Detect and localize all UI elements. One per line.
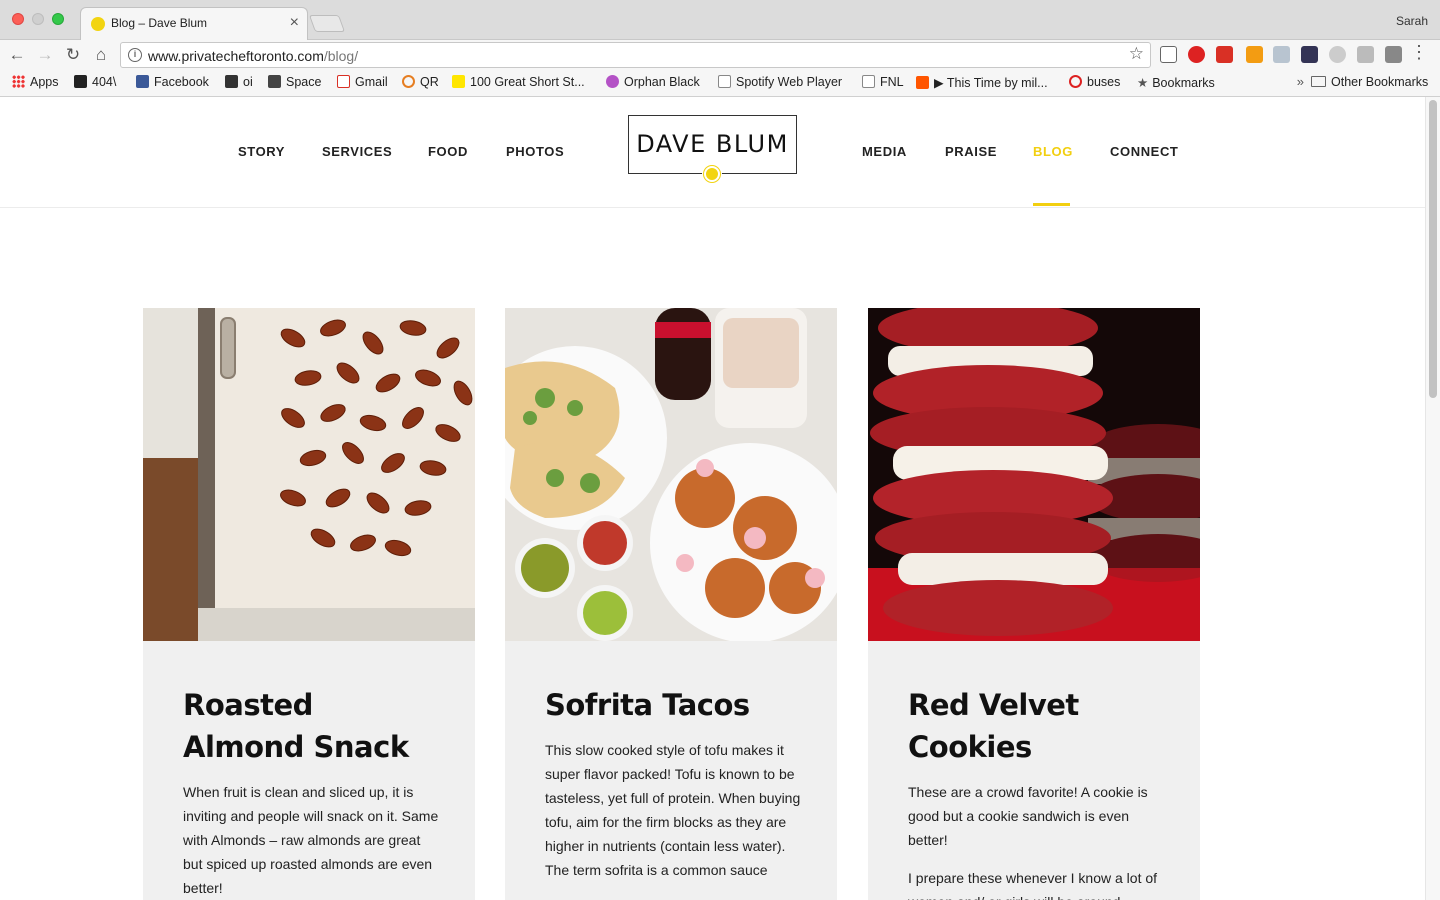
play-icon bbox=[606, 75, 619, 88]
drive-icon[interactable] bbox=[1329, 46, 1346, 63]
folder-icon bbox=[1311, 76, 1326, 87]
lemon-icon bbox=[702, 164, 722, 184]
logo-text: DAVE BLUM bbox=[636, 130, 789, 158]
bookmark-qr[interactable]: QR bbox=[402, 75, 439, 89]
soundcloud-icon bbox=[916, 76, 929, 89]
post-excerpt: When fruit is clean and sliced up, it is… bbox=[183, 784, 439, 896]
nav-story[interactable]: STORY bbox=[238, 144, 285, 159]
reload-icon[interactable]: ↻ bbox=[62, 44, 84, 66]
nav-blog[interactable]: BLOG bbox=[1033, 144, 1073, 159]
page-scrollbar[interactable] bbox=[1425, 97, 1440, 900]
bookmark-facebook[interactable]: Facebook bbox=[136, 75, 209, 89]
post-excerpt: I prepare these whenever I know a lot of… bbox=[908, 870, 1158, 900]
minimize-window-button[interactable] bbox=[32, 13, 44, 25]
post-title[interactable]: Sofrita Tacos bbox=[545, 684, 805, 726]
site-icon bbox=[268, 75, 281, 88]
profile-name[interactable]: Sarah bbox=[1396, 14, 1428, 28]
other-bookmarks[interactable]: Other Bookmarks bbox=[1311, 75, 1428, 89]
nav-services[interactable]: SERVICES bbox=[322, 144, 392, 159]
honey-icon[interactable] bbox=[1246, 46, 1263, 63]
window-titlebar: Blog – Dave Blum × Sarah bbox=[0, 0, 1440, 40]
info-icon[interactable]: i bbox=[128, 48, 142, 62]
bookmark-404[interactable]: 404\ bbox=[74, 75, 116, 89]
bookmark-bookmarks[interactable]: ★ Bookmarks bbox=[1137, 75, 1215, 90]
scrollbar-thumb[interactable] bbox=[1429, 100, 1437, 398]
extension-icon[interactable] bbox=[1385, 46, 1402, 63]
site-icon bbox=[225, 75, 238, 88]
adblock-icon[interactable] bbox=[1188, 46, 1205, 63]
qr-icon bbox=[402, 75, 415, 88]
post-excerpt: This slow cooked style of tofu makes it … bbox=[545, 742, 801, 854]
cast-icon[interactable] bbox=[1160, 46, 1177, 63]
page-icon bbox=[718, 75, 731, 88]
nav-connect[interactable]: CONNECT bbox=[1110, 144, 1178, 159]
post-excerpt: The term sofrita is a common sauce bbox=[545, 862, 768, 878]
bus-icon bbox=[1069, 75, 1082, 88]
bookmark-buses[interactable]: buses bbox=[1069, 75, 1120, 89]
nav-media[interactable]: MEDIA bbox=[862, 144, 907, 159]
tab-close-icon[interactable]: × bbox=[290, 13, 299, 33]
tab-title: Blog – Dave Blum bbox=[111, 16, 208, 30]
facebook-icon bbox=[136, 75, 149, 88]
maximize-window-button[interactable] bbox=[52, 13, 64, 25]
dropbox-icon[interactable] bbox=[1273, 46, 1290, 63]
bookmark-apps[interactable]: Apps bbox=[12, 75, 59, 89]
card-body: Sofrita Tacos This slow cooked style of … bbox=[545, 684, 805, 882]
gmail-checker-icon[interactable] bbox=[1216, 46, 1233, 63]
post-title[interactable]: Red Velvet Cookies bbox=[908, 684, 1168, 768]
post-image-sofrita-tacos[interactable] bbox=[505, 308, 837, 641]
active-nav-underline bbox=[1033, 203, 1070, 206]
bookmark-star-icon[interactable]: ☆ bbox=[1129, 44, 1144, 64]
bookmark-orphan-black[interactable]: Orphan Black bbox=[606, 75, 700, 89]
url-text[interactable]: www.privatecheftoronto.com/blog/ bbox=[148, 48, 358, 64]
nav-photos[interactable]: PHOTOS bbox=[506, 144, 564, 159]
browser-tab[interactable]: Blog – Dave Blum × bbox=[80, 7, 308, 40]
bookmark-spotify[interactable]: Spotify Web Player bbox=[718, 75, 842, 89]
browser-toolbar: ← → ↻ ⌂ i www.privatecheftoronto.com/blo… bbox=[0, 40, 1440, 70]
bookmark-oi[interactable]: oi bbox=[225, 75, 253, 89]
forward-arrow-icon[interactable]: → bbox=[34, 44, 56, 66]
card-body: Red Velvet Cookies These are a crowd fav… bbox=[908, 684, 1168, 900]
extension-icon[interactable] bbox=[1357, 46, 1374, 63]
bookmark-soundcloud[interactable]: ▶ This Time by mil... bbox=[916, 75, 1048, 90]
blog-card[interactable]: Red Velvet Cookies These are a crowd fav… bbox=[868, 308, 1200, 900]
home-icon[interactable]: ⌂ bbox=[90, 44, 112, 66]
blog-card[interactable]: Sofrita Tacos This slow cooked style of … bbox=[505, 308, 837, 900]
post-title[interactable]: Roasted Almond Snack bbox=[183, 684, 443, 768]
bookmark-fnl[interactable]: FNL bbox=[862, 75, 904, 89]
bookmark-gmail[interactable]: Gmail bbox=[337, 75, 388, 89]
page-icon bbox=[862, 75, 875, 88]
bookmark-space[interactable]: Space bbox=[268, 75, 321, 89]
card-body: Roasted Almond Snack When fruit is clean… bbox=[183, 684, 443, 900]
lemon-favicon-icon bbox=[91, 17, 105, 31]
post-image-roasted-almonds[interactable] bbox=[143, 308, 475, 641]
blog-card[interactable]: Roasted Almond Snack When fruit is clean… bbox=[143, 308, 475, 900]
address-bar[interactable]: i www.privatecheftoronto.com/blog/ ☆ bbox=[120, 42, 1151, 68]
close-window-button[interactable] bbox=[12, 13, 24, 25]
nav-praise[interactable]: PRAISE bbox=[945, 144, 997, 159]
menu-kebab-icon[interactable]: ⋮ bbox=[1410, 42, 1428, 63]
apps-grid-icon bbox=[12, 75, 25, 88]
nav-food[interactable]: FOOD bbox=[428, 144, 468, 159]
post-excerpt: These are a crowd favorite! A cookie is … bbox=[908, 784, 1148, 848]
gmail-icon bbox=[337, 75, 350, 88]
back-arrow-icon[interactable]: ← bbox=[6, 44, 28, 66]
site-header: STORY SERVICES FOOD PHOTOS DAVE BLUM MED… bbox=[0, 97, 1425, 208]
post-image-red-velvet-cookies[interactable] bbox=[868, 308, 1200, 641]
star-icon: ★ bbox=[1137, 76, 1149, 90]
new-tab-button[interactable] bbox=[308, 15, 346, 32]
bookmarks-overflow-chevron-icon[interactable]: » bbox=[1297, 74, 1304, 89]
site-icon bbox=[74, 75, 87, 88]
bookmarks-bar: Apps 404\ Facebook oi Space Gmail QR 100… bbox=[0, 70, 1440, 97]
extension-icon[interactable] bbox=[1301, 46, 1318, 63]
site-icon bbox=[452, 75, 465, 88]
bookmark-short-stories[interactable]: 100 Great Short St... bbox=[452, 75, 585, 89]
